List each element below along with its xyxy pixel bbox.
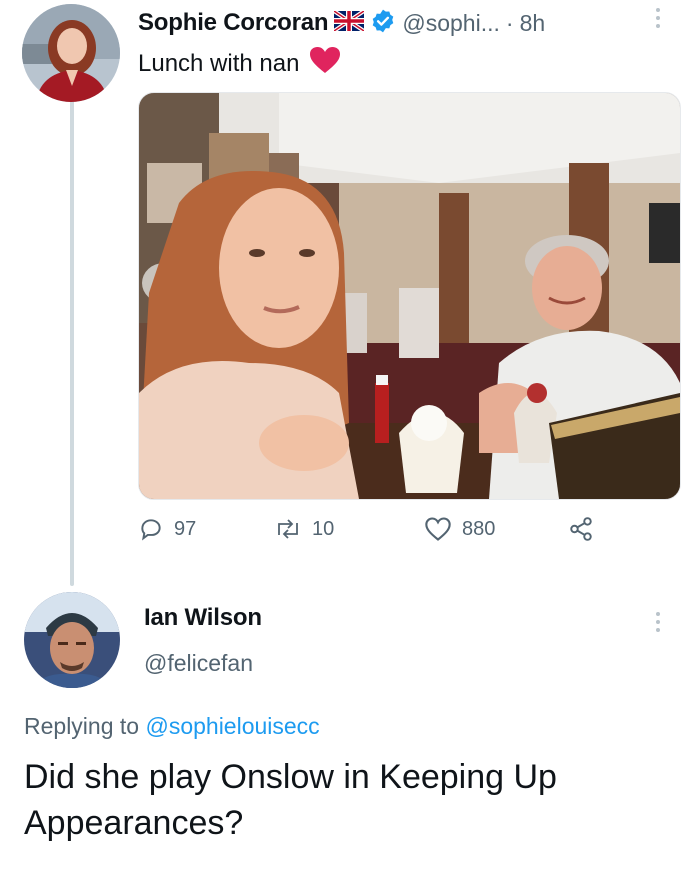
replying-to-line: Replying to @sophielouisecc — [24, 713, 320, 740]
retweet-count: 10 — [312, 517, 335, 540]
like-button[interactable]: 880 — [424, 516, 495, 542]
tweet-photo[interactable] — [138, 92, 681, 500]
retweet-button[interactable]: 10 — [274, 516, 334, 542]
like-count: 880 — [462, 517, 496, 540]
red-heart-icon — [309, 46, 341, 81]
profile-photo-woman-icon — [22, 4, 120, 102]
reply-text: Did she play Onslow in Keeping Up Appear… — [24, 758, 557, 842]
tweet-action-bar: 97 10 880 — [138, 516, 608, 556]
separator-dot: · — [505, 9, 514, 36]
reply-button[interactable]: 97 — [138, 516, 196, 542]
reply-icon — [141, 519, 161, 541]
tweet-text-body: Lunch with nan — [138, 49, 300, 77]
verified-badge-icon — [370, 8, 396, 39]
author-name[interactable]: Sophie Corcoran — [138, 9, 329, 37]
reply-count: 97 — [174, 517, 197, 540]
more-options-icon[interactable] — [655, 612, 661, 632]
retweet-icon — [278, 519, 298, 539]
tweet-time[interactable]: 8h — [520, 10, 546, 37]
replying-prefix: Replying to — [24, 713, 140, 739]
heart-icon — [425, 517, 451, 541]
share-button[interactable] — [568, 516, 594, 542]
avatar[interactable] — [22, 4, 120, 102]
tweet-text: Lunch with nan — [138, 46, 341, 81]
reply-author-handle[interactable]: @felicefan — [144, 650, 253, 677]
profile-photo-man-icon — [24, 592, 120, 688]
thread-connector-line — [70, 100, 74, 586]
uk-flag-icon — [333, 8, 366, 36]
more-options-icon[interactable] — [655, 8, 661, 28]
author-handle[interactable]: @sophi... — [402, 10, 500, 37]
replying-to-handle-link[interactable]: @sophielouisecc — [145, 713, 319, 739]
share-icon — [570, 517, 592, 541]
avatar[interactable] — [24, 592, 120, 688]
reply-author-name[interactable]: Ian Wilson — [144, 604, 262, 632]
tweet-header: Sophie Corcoran @sophi... · 8h — [138, 6, 545, 40]
photo-two-women-restaurant-icon — [139, 93, 680, 499]
